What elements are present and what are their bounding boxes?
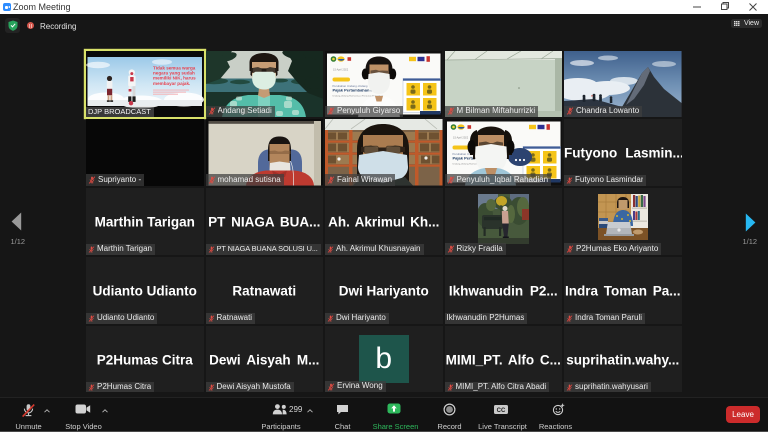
svg-text:membayar pajak.: membayar pajak.	[153, 80, 190, 85]
svg-text:15 April 2022: 15 April 2022	[453, 136, 469, 140]
svg-text:15 April 2022: 15 April 2022	[333, 67, 349, 71]
svg-text:CC: CC	[496, 407, 505, 413]
